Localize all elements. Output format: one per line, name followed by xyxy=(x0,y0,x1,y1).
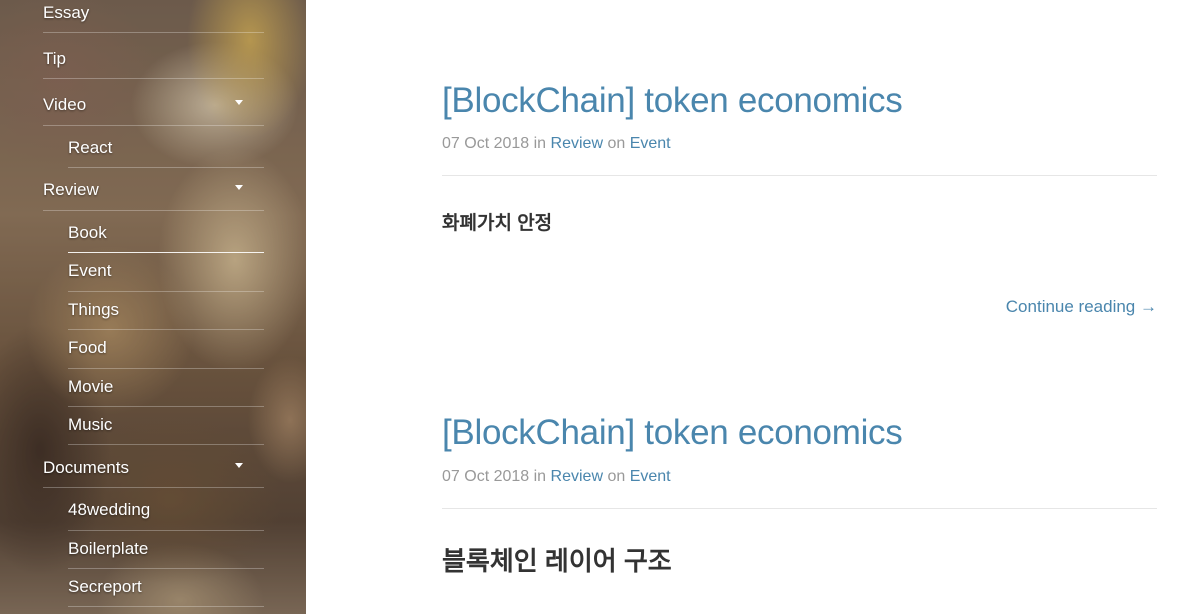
post-meta: 07 Oct 2018 in Review on Event xyxy=(442,134,671,154)
meta-word: in xyxy=(533,468,547,485)
sidebar-item-music[interactable]: Music xyxy=(68,415,112,435)
sidebar-item-tip[interactable]: Tip xyxy=(43,49,66,69)
chevron-down-icon[interactable] xyxy=(235,100,243,105)
post-excerpt-heading: 화폐가치 안정 xyxy=(442,213,553,234)
active-indicator xyxy=(68,252,264,253)
sidebar-item-event[interactable]: Event xyxy=(68,261,111,281)
tag-link[interactable]: Event xyxy=(630,468,671,485)
divider xyxy=(43,210,264,211)
sidebar-item-movie[interactable]: Movie xyxy=(68,377,113,397)
sidebar: Essay Tip Video React Review Book Event … xyxy=(0,0,306,614)
post-date: 07 Oct 2018 xyxy=(442,468,530,485)
sidebar-item-documents[interactable]: Documents xyxy=(43,458,129,478)
post-excerpt-heading: 블록체인 레이어 구조 xyxy=(442,546,672,576)
sidebar-item-secreport[interactable]: Secreport xyxy=(68,577,142,597)
chevron-down-icon[interactable] xyxy=(235,185,243,190)
divider xyxy=(43,125,264,126)
tag-link[interactable]: Event xyxy=(630,135,671,152)
divider xyxy=(68,291,264,292)
post-date: 07 Oct 2018 xyxy=(442,135,530,152)
meta-word: on xyxy=(607,135,626,152)
meta-word: on xyxy=(607,468,626,485)
sidebar-item-book[interactable]: Book xyxy=(68,223,107,243)
divider xyxy=(442,175,1157,176)
category-link[interactable]: Review xyxy=(551,135,603,152)
divider xyxy=(68,530,264,531)
post-list: [BlockChain] token economics 07 Oct 2018… xyxy=(306,0,1186,614)
divider xyxy=(43,78,264,79)
sidebar-item-essay[interactable]: Essay xyxy=(43,3,89,23)
divider xyxy=(68,368,264,369)
divider xyxy=(43,32,264,33)
sidebar-item-48wedding[interactable]: 48wedding xyxy=(68,500,150,520)
sidebar-item-react[interactable]: React xyxy=(68,138,112,158)
divider xyxy=(68,167,264,168)
sidebar-item-boilerplate[interactable]: Boilerplate xyxy=(68,539,148,559)
sidebar-item-food[interactable]: Food xyxy=(68,338,107,358)
post-meta: 07 Oct 2018 in Review on Event xyxy=(442,467,671,487)
sidebar-item-review[interactable]: Review xyxy=(43,180,99,200)
category-link[interactable]: Review xyxy=(551,468,603,485)
page: Essay Tip Video React Review Book Event … xyxy=(0,0,1186,614)
sidebar-item-things[interactable]: Things xyxy=(68,300,119,320)
continue-reading-link[interactable]: Continue reading → xyxy=(1006,297,1157,317)
divider xyxy=(68,329,264,330)
sidebar-item-video[interactable]: Video xyxy=(43,95,86,115)
post-title-link[interactable]: [BlockChain] token economics xyxy=(442,81,903,121)
divider xyxy=(68,568,264,569)
meta-word: in xyxy=(533,135,547,152)
divider xyxy=(442,508,1157,509)
post-title-link[interactable]: [BlockChain] token economics xyxy=(442,413,903,453)
divider xyxy=(43,487,264,488)
divider xyxy=(68,444,264,445)
divider xyxy=(68,606,264,607)
chevron-down-icon[interactable] xyxy=(235,463,243,468)
divider xyxy=(68,406,264,407)
